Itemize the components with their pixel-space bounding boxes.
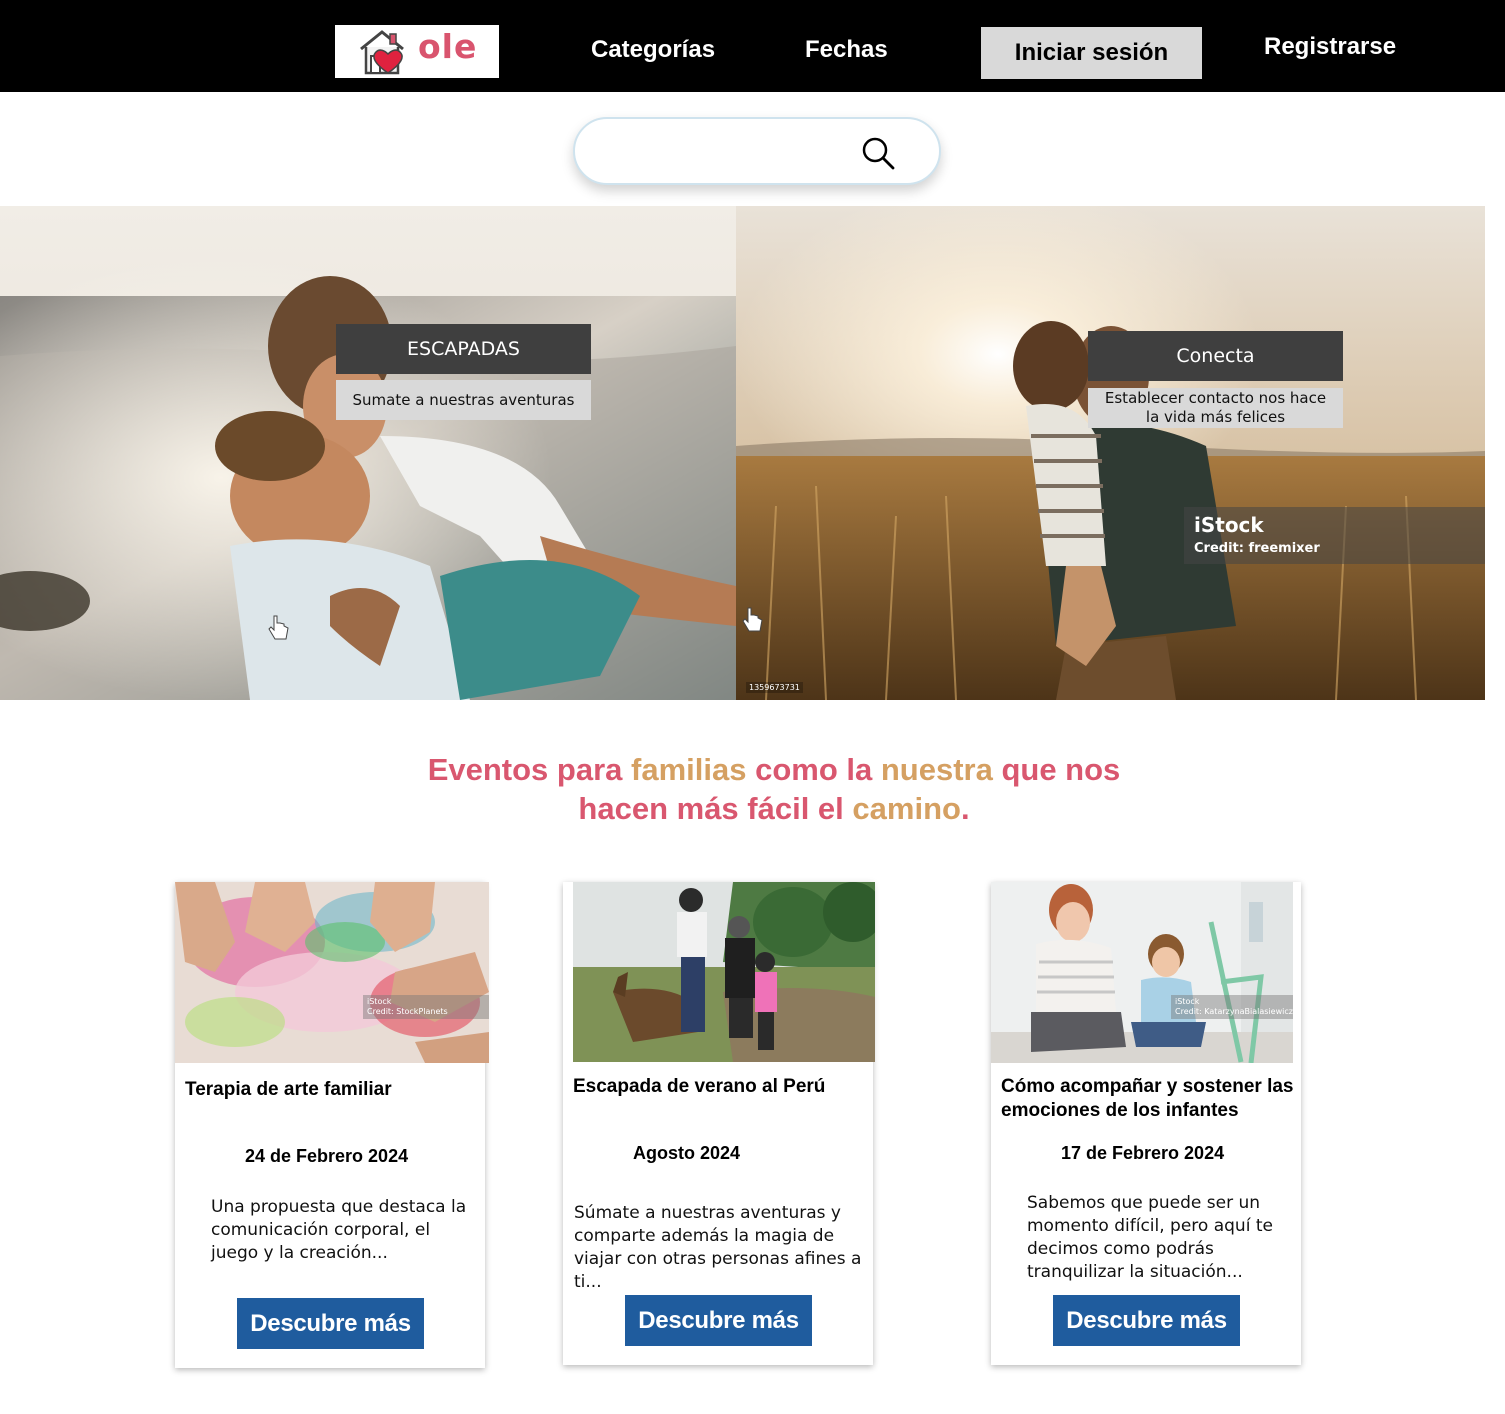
hand-cursor-icon [268, 615, 289, 640]
search-input[interactable] [599, 133, 859, 171]
card-title: Terapia de arte familiar [185, 1079, 392, 1100]
card-date: Agosto 2024 [633, 1143, 741, 1163]
stock-id: 1359673731 [746, 682, 803, 693]
field-family-photo [736, 206, 1485, 700]
event-card: iStock Credit: KatarzynaBialasiewicz Cóm… [991, 882, 1301, 1365]
hero-conecta[interactable]: Conecta Establecer contacto nos hace la … [736, 206, 1485, 700]
card-image-emotions: iStock Credit: KatarzynaBialasiewicz [991, 882, 1293, 1063]
istock-logo: iStock [1194, 513, 1264, 537]
event-card: Escapada de verano al Perú Agosto 2024 S… [563, 882, 875, 1365]
beach-family-photo [0, 206, 736, 700]
card-image-art-therapy: iStock Credit: StockPlanets [175, 882, 489, 1063]
card-date: 24 de Febrero 2024 [245, 1146, 409, 1166]
headline-part: como la [746, 752, 881, 787]
card-description: Súmate a nuestras aventuras y comparte a… [574, 1203, 862, 1292]
search-icon[interactable] [861, 136, 895, 170]
card-title: Escapada de verano al Perú [573, 1076, 826, 1097]
discover-more-button[interactable]: Descubre más [1053, 1295, 1240, 1346]
section-headline: Eventos para familias como la nuestra qu… [380, 750, 1168, 828]
card-title: Cómo acompañar y sostener las emociones … [1001, 1076, 1294, 1121]
card-description: Una propuesta que destaca la comunicació… [211, 1197, 467, 1263]
istock-logo: iStock [367, 997, 392, 1006]
headline-accent: nuestra [880, 752, 993, 787]
istock-credit: Credit: StockPlanets [367, 1007, 448, 1016]
nav-categories-link[interactable]: Categorías [591, 36, 715, 64]
site-logo[interactable]: ole [335, 25, 499, 78]
headline-part: Eventos para [427, 752, 632, 787]
istock-watermark: iStock Credit: freemixer [1184, 507, 1485, 564]
logo-text: ole [418, 27, 478, 66]
event-card: iStock Credit: StockPlanets Terapia de a… [175, 882, 489, 1368]
house-heart-icon [360, 30, 404, 75]
discover-more-button[interactable]: Descubre más [237, 1298, 424, 1349]
hero-title: Conecta [1088, 331, 1343, 381]
istock-credit: Credit: KatarzynaBialasiewicz [1175, 1007, 1293, 1016]
top-navbar: ole Categorías Fechas Iniciar sesión Reg… [0, 0, 1505, 92]
headline-accent: familias [631, 752, 747, 787]
hero-subtitle: Establecer contacto nos hace la vida más… [1088, 388, 1343, 428]
istock-logo: iStock [1175, 997, 1200, 1006]
nav-dates-link[interactable]: Fechas [805, 36, 888, 64]
hero-escapadas[interactable]: ESCAPADAS Sumate a nuestras aventuras [0, 206, 736, 700]
login-button[interactable]: Iniciar sesión [981, 27, 1202, 79]
hero-subtitle: Sumate a nuestras aventuras [336, 380, 591, 420]
hero-title: ESCAPADAS [336, 324, 591, 374]
discover-more-button[interactable]: Descubre más [625, 1295, 812, 1346]
card-description: Sabemos que puede ser un momento difícil… [1027, 1193, 1273, 1282]
istock-credit: Credit: freemixer [1194, 541, 1320, 556]
register-link[interactable]: Registrarse [1264, 33, 1396, 61]
hand-cursor-icon [742, 607, 763, 632]
card-date: 17 de Febrero 2024 [1061, 1143, 1225, 1163]
search-bar [573, 117, 941, 185]
istock-watermark: iStock Credit: KatarzynaBialasiewicz [1171, 995, 1293, 1019]
istock-watermark: iStock Credit: StockPlanets [363, 995, 489, 1019]
headline-accent: camino [852, 791, 961, 826]
headline-part: . [960, 791, 970, 826]
card-image-peru [573, 882, 875, 1062]
